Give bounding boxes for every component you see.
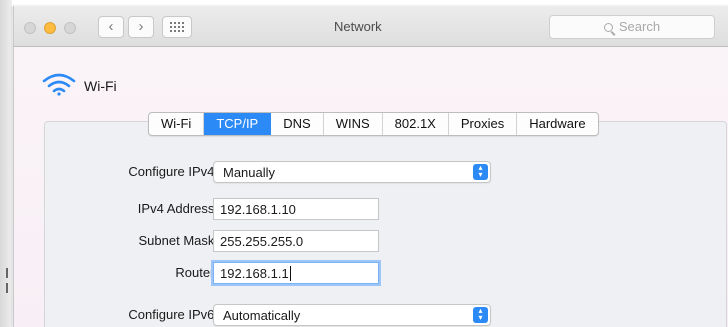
title-bar: ‹ › Network Search: [14, 6, 728, 47]
router-text: 192.168.1.1: [220, 266, 289, 281]
tab-wifi[interactable]: Wi-Fi: [149, 113, 205, 135]
back-button[interactable]: ‹: [98, 16, 124, 38]
tab-hardware[interactable]: Hardware: [517, 113, 597, 135]
grid-icon: [170, 22, 184, 32]
close-button[interactable]: [24, 22, 36, 34]
chevron-left-icon: ‹: [108, 18, 114, 35]
router-value: 192.168.1.1: [220, 266, 291, 281]
tab-proxies[interactable]: Proxies: [449, 113, 518, 135]
tab-bar: Wi-Fi TCP/IP DNS WINS 802.1X Proxies Har…: [148, 112, 599, 136]
ipv4-address-label: IPv4 Address:: [137, 201, 218, 216]
zoom-button[interactable]: [64, 22, 76, 34]
router-label: Router:: [175, 265, 218, 280]
subnet-mask-field[interactable]: 255.255.255.0: [213, 230, 379, 252]
wifi-icon: [42, 73, 76, 96]
configure-ipv6-label: Configure IPv6:: [128, 307, 218, 322]
configure-ipv4-label: Configure IPv4:: [128, 164, 218, 179]
tab-wins[interactable]: WINS: [324, 113, 383, 135]
chevron-right-icon: ›: [138, 18, 144, 35]
edge-tick: [6, 268, 8, 278]
tab-dns[interactable]: DNS: [271, 113, 324, 135]
window-title: Network: [334, 19, 382, 34]
search-icon: [603, 23, 613, 32]
up-down-arrows-icon: ▴ ▾: [473, 164, 488, 180]
settings-panel: [44, 121, 727, 327]
configure-ipv6-value: Automatically: [223, 308, 301, 323]
search-placeholder: Search: [618, 19, 661, 34]
configure-ipv4-value: Manually: [223, 165, 276, 180]
subnet-mask-value: 255.255.255.0: [220, 234, 304, 249]
subnet-mask-label: Subnet Mask:: [138, 233, 219, 248]
service-name: Wi-Fi: [84, 78, 117, 94]
ipv4-address-value: 192.168.1.10: [220, 202, 296, 217]
tab-8021x[interactable]: 802.1X: [383, 113, 449, 135]
router-field[interactable]: 192.168.1.1: [213, 262, 379, 284]
configure-ipv6-popup[interactable]: Automatically ▴ ▾: [213, 304, 491, 326]
search-field[interactable]: Search: [549, 15, 715, 39]
text-caret: [289, 266, 291, 281]
network-preferences-window: ‹ › Network Search Wi-Fi Wi-Fi TCP/IP DN…: [13, 6, 728, 327]
up-down-arrows-icon: ▴ ▾: [473, 307, 488, 323]
minimize-button[interactable]: [44, 22, 56, 34]
edge-tick: [6, 283, 8, 293]
configure-ipv4-popup[interactable]: Manually ▴ ▾: [213, 161, 491, 183]
ipv4-address-field[interactable]: 192.168.1.10: [213, 198, 379, 220]
tab-tcpip[interactable]: TCP/IP: [204, 113, 272, 135]
forward-button[interactable]: ›: [128, 16, 154, 38]
show-all-button[interactable]: [162, 16, 192, 38]
background-window-edge: [0, 0, 12, 327]
